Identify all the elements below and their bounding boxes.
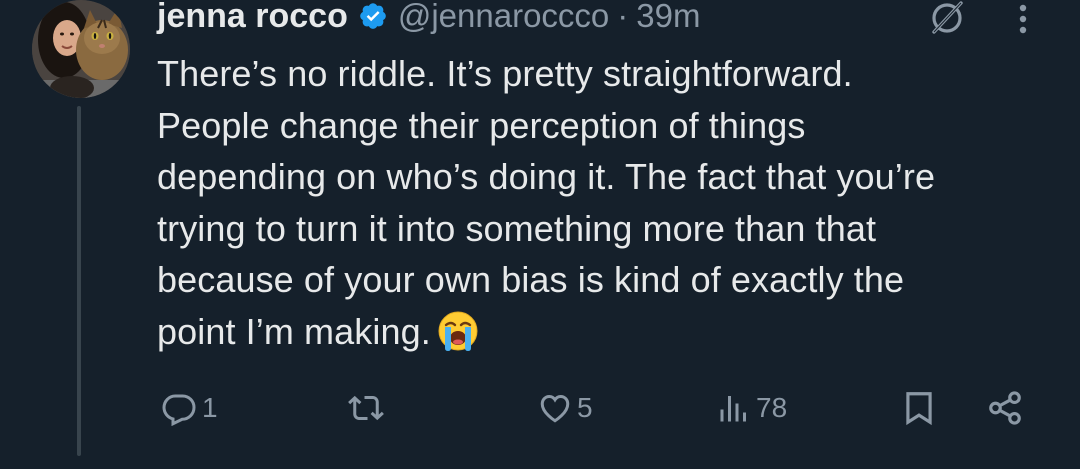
tweet-text-line: trying to turn it into something more th… [157, 207, 877, 249]
share-icon [984, 389, 1026, 427]
display-name[interactable]: jenna rocco [157, 0, 348, 36]
loudly-crying-face-emoji [437, 310, 479, 352]
like-count: 5 [577, 392, 593, 423]
bookmark-icon [900, 388, 938, 428]
tweet-text-line: because of your own bias is kind of exac… [157, 259, 905, 300]
avatar[interactable] [32, 0, 130, 98]
tweet-text-line: depending on who’s doing it. The fact th… [157, 156, 936, 197]
avatar-image [32, 0, 130, 98]
views-count: 78 [756, 392, 788, 423]
share-button[interactable] [984, 384, 1026, 432]
retweet-icon [345, 390, 387, 426]
like-button[interactable]: 5 [537, 384, 593, 432]
tweet-text-line: point I’m making. [157, 310, 431, 352]
tweet-text-line: People change their perception of things [157, 104, 806, 146]
retweet-button[interactable] [345, 384, 391, 432]
tweet-text-last-line: point I’m making. [157, 306, 1062, 358]
more-icon[interactable] [1008, 2, 1038, 36]
tweet-text-line: There’s no riddle. It’s pretty straightf… [157, 53, 853, 94]
reply-button[interactable]: 1 [160, 384, 218, 432]
timestamp[interactable]: 39m [636, 0, 700, 35]
reply-count: 1 [202, 392, 218, 423]
verified-badge-icon [358, 1, 388, 31]
grok-icon[interactable] [928, 0, 966, 34]
handle[interactable]: @jennaroccco [398, 0, 609, 35]
reply-icon [160, 390, 198, 426]
action-bar: 1 5 78 [0, 384, 1080, 432]
views-icon [716, 390, 752, 426]
views-button[interactable]: 78 [716, 384, 787, 432]
bookmark-button[interactable] [900, 384, 938, 432]
tweet-header: jenna rocco @jennaroccco · 39m [157, 0, 701, 38]
separator-dot: · [617, 0, 629, 34]
tweet-text: There’s no riddle. It’s pretty straightf… [157, 48, 1062, 357]
tweet[interactable]: jenna rocco @jennaroccco · 39m There’s n… [0, 0, 1080, 469]
like-icon [537, 390, 573, 426]
